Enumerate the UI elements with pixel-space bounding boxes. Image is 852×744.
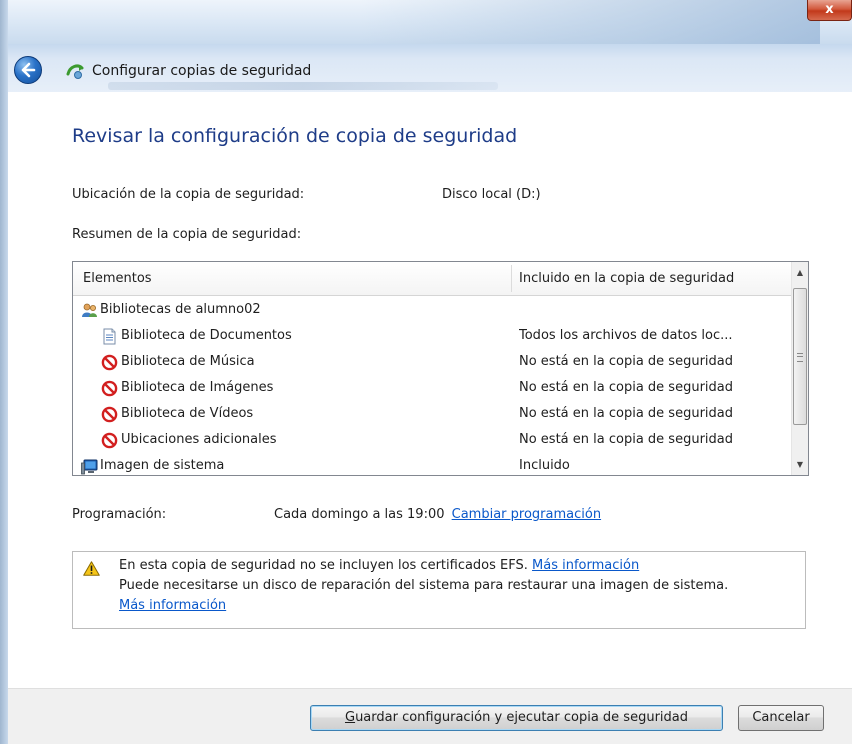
- scroll-grip-icon: [797, 353, 803, 362]
- cancel-button[interactable]: Cancelar: [738, 705, 824, 731]
- backup-location-label: Ubicación de la copia de seguridad:: [72, 187, 305, 202]
- more-info-link-efs[interactable]: Más información: [532, 558, 639, 573]
- not-included-icon: [101, 380, 118, 397]
- document-icon: [103, 328, 116, 345]
- info-panel: En esta copia de seguridad no se incluye…: [72, 551, 806, 629]
- cancel-label: Cancelar: [752, 710, 810, 725]
- close-button[interactable]: x: [807, 0, 852, 21]
- list-item[interactable]: Biblioteca de Música No está en la copia…: [73, 349, 791, 375]
- scroll-down-arrow-icon: ▼: [796, 460, 804, 469]
- schedule-value: Cada domingo a las 19:00 Cambiar program…: [274, 507, 601, 522]
- back-button[interactable]: [14, 56, 42, 84]
- efs-warning-text: En esta copia de seguridad no se incluye…: [119, 558, 528, 573]
- list-item-status: No está en la copia de seguridad: [519, 406, 733, 421]
- schedule-text: Cada domingo a las 19:00: [274, 507, 445, 522]
- window-left-border: [0, 0, 8, 744]
- window-title: Configurar copias de seguridad: [92, 63, 312, 79]
- scroll-thumb[interactable]: [793, 288, 807, 425]
- backup-location-value: Disco local (D:): [442, 187, 541, 202]
- change-schedule-link[interactable]: Cambiar programación: [452, 507, 601, 522]
- backup-summary-list[interactable]: Elementos Incluido en la copia de seguri…: [72, 261, 809, 476]
- list-scrollbar[interactable]: ▲ ▼: [791, 262, 808, 475]
- close-icon: x: [825, 2, 834, 17]
- computer-icon: [81, 459, 98, 475]
- list-item[interactable]: Biblioteca de Documentos Todos los archi…: [73, 323, 791, 349]
- scroll-up-arrow-icon: ▲: [796, 268, 804, 277]
- list-item-status: Incluido: [519, 458, 570, 473]
- page-title: Revisar la configuración de copia de seg…: [72, 125, 518, 147]
- list-item-name: Biblioteca de Documentos: [121, 328, 292, 343]
- warning-icon: [83, 561, 100, 576]
- list-header: Elementos Incluido en la copia de seguri…: [73, 262, 791, 296]
- list-item-status: No está en la copia de seguridad: [519, 354, 733, 369]
- list-item-name: Bibliotecas de alumno02: [100, 302, 261, 317]
- scroll-down-button[interactable]: ▼: [792, 456, 808, 473]
- list-item-name: Biblioteca de Música: [121, 354, 255, 369]
- column-header-items[interactable]: Elementos: [83, 262, 152, 295]
- backup-app-icon: [66, 64, 84, 79]
- list-item-status: No está en la copia de seguridad: [519, 380, 733, 395]
- list-item[interactable]: Imagen de sistema Incluido: [73, 453, 791, 475]
- not-included-icon: [101, 406, 118, 423]
- not-included-icon: [101, 354, 118, 371]
- column-header-included[interactable]: Incluido en la copia de seguridad: [519, 262, 734, 295]
- scroll-up-button[interactable]: ▲: [792, 264, 808, 281]
- list-item-status: Todos los archivos de datos loc...: [519, 328, 733, 343]
- list-item-name: Biblioteca de Vídeos: [121, 406, 254, 421]
- window-title-bar: [0, 0, 852, 44]
- list-item-status: No está en la copia de seguridad: [519, 432, 733, 447]
- list-item-name: Imagen de sistema: [100, 458, 225, 473]
- info-line-3: Más información: [119, 598, 226, 613]
- back-arrow-icon: [21, 62, 36, 78]
- save-and-run-backup-label: Guardar configuración y ejecutar copia d…: [344, 710, 688, 725]
- backup-summary-label: Resumen de la copia de seguridad:: [72, 227, 302, 242]
- list-item[interactable]: Bibliotecas de alumno02: [73, 297, 791, 323]
- more-info-link-repair[interactable]: Más información: [119, 598, 226, 613]
- column-separator[interactable]: [511, 265, 512, 292]
- save-and-run-backup-button[interactable]: Guardar configuración y ejecutar copia d…: [310, 705, 723, 731]
- list-item-name: Ubicaciones adicionales: [121, 432, 277, 447]
- not-included-icon: [101, 432, 118, 449]
- list-item-name: Biblioteca de Imágenes: [121, 380, 274, 395]
- users-library-icon: [82, 303, 97, 317]
- schedule-label: Programación:: [72, 507, 167, 522]
- list-item[interactable]: Biblioteca de Vídeos No está en la copia…: [73, 401, 791, 427]
- info-line-1: En esta copia de seguridad no se incluye…: [119, 558, 639, 573]
- list-item[interactable]: Biblioteca de Imágenes No está en la cop…: [73, 375, 791, 401]
- background-address-bar: [108, 82, 498, 90]
- repair-disc-text: Puede necesitarse un disco de reparación…: [119, 578, 729, 593]
- list-item[interactable]: Ubicaciones adicionales No está en la co…: [73, 427, 791, 453]
